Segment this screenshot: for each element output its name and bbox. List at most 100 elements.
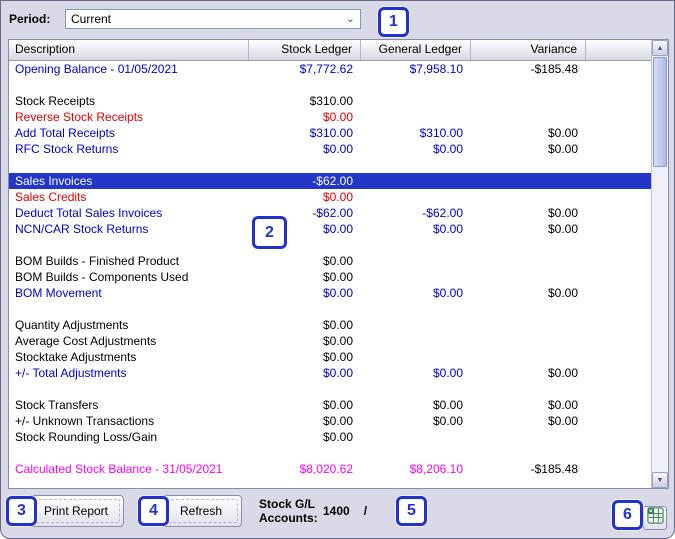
stock-gl-account-number: 1400 [323, 504, 350, 518]
table-row[interactable]: Quantity Adjustments $0.00 [9, 317, 651, 333]
cell-description: Stock Transfers [15, 398, 99, 412]
period-dropdown-value: Current [71, 12, 112, 26]
table-row[interactable]: +/- Total Adjustments $0.00 $0.00 $0.00 [9, 365, 651, 381]
cell-description: Stocktake Adjustments [15, 350, 137, 364]
table-row[interactable]: Opening Balance - 01/05/2021 $7,772.62 $7,… [9, 61, 651, 77]
cell-description: Add Total Receipts [15, 126, 115, 140]
cell-stock-ledger: $0.00 [322, 334, 353, 348]
table-row[interactable]: Stock Receipts $310.00 [9, 93, 651, 109]
cell-description: Reverse Stock Receipts [15, 110, 144, 124]
cell-variance: $0.00 [547, 206, 578, 220]
cell-description: +/- Total Adjustments [15, 366, 127, 380]
cell-description: Opening Balance - 01/05/2021 [15, 62, 178, 76]
table-row[interactable]: NCN/CAR Stock Returns $0.00 $0.00 $0.00 [9, 221, 651, 237]
table-row[interactable]: Sales Invoices -$62.00 [9, 173, 651, 189]
column-header-filler [586, 40, 651, 60]
cell-general-ledger: $0.00 [432, 398, 463, 412]
table-row[interactable]: BOM Builds - Finished Product $0.00 [9, 253, 651, 269]
cell-stock-ledger: $0.00 [322, 398, 353, 412]
top-bar: Period: Current ⌄ [1, 1, 674, 39]
cell-description: Sales Credits [15, 190, 87, 204]
table-row[interactable]: +/- Unknown Transactions $0.00 $0.00 $0.00 [9, 413, 651, 429]
scroll-down-button[interactable]: ▼ [652, 472, 668, 488]
cell-variance: $0.00 [547, 398, 578, 412]
cell-stock-ledger: $0.00 [322, 142, 353, 156]
cell-stock-ledger: $0.00 [322, 190, 353, 204]
cell-variance: $0.00 [547, 222, 578, 236]
cell-general-ledger: -$62.00 [422, 206, 463, 220]
table-row-blank[interactable] [9, 237, 651, 253]
reconciliation-table: Description Stock Ledger General Ledger … [8, 39, 669, 489]
cell-stock-ledger: $310.00 [309, 94, 353, 108]
column-header-description[interactable]: Description [9, 40, 249, 60]
grid: Description Stock Ledger General Ledger … [9, 40, 651, 488]
stock-gl-accounts-label-line1: Stock G/L [259, 497, 316, 511]
table-row-blank[interactable] [9, 445, 651, 461]
table-row[interactable]: Average Cost Adjustments $0.00 [9, 333, 651, 349]
cell-stock-ledger: -$62.00 [312, 174, 353, 188]
scrollbar-thumb[interactable] [653, 57, 667, 167]
cell-general-ledger: $7,958.10 [409, 62, 463, 76]
table-row[interactable]: Stock Rounding Loss/Gain $0.00 [9, 429, 651, 445]
table-row[interactable]: Reverse Stock Receipts $0.00 [9, 109, 651, 125]
chevron-down-icon: ⌄ [345, 13, 355, 25]
table-row-blank[interactable] [9, 301, 651, 317]
cell-description: Deduct Total Sales Invoices [15, 206, 163, 220]
cell-variance: $0.00 [547, 366, 578, 380]
cell-stock-ledger: $0.00 [322, 286, 353, 300]
refresh-button[interactable]: Refresh [160, 495, 242, 527]
grid-body: Opening Balance - 01/05/2021 $7,772.62 $7,… [9, 61, 651, 488]
column-header-stock-ledger[interactable]: Stock Ledger [249, 40, 361, 60]
export-excel-button[interactable] [643, 506, 667, 530]
table-row[interactable]: RFC Stock Returns $0.00 $0.00 $0.00 [9, 141, 651, 157]
table-row[interactable]: Deduct Total Sales Invoices -$62.00 -$62.0… [9, 205, 651, 221]
cell-description: Average Cost Adjustments [15, 334, 157, 348]
table-row[interactable]: BOM Builds - Components Used $0.00 [9, 269, 651, 285]
annotation-callout-6: 6 [612, 500, 643, 530]
cell-description: BOM Builds - Components Used [15, 270, 189, 284]
cell-general-ledger: $0.00 [432, 414, 463, 428]
cell-description: Quantity Adjustments [15, 318, 129, 332]
vertical-scrollbar[interactable]: ▲ ▼ [651, 40, 668, 488]
period-label: Period: [9, 12, 51, 26]
column-header-variance[interactable]: Variance [471, 40, 586, 60]
table-row[interactable]: Calculated Stock Balance - 31/05/2021 $8,… [9, 461, 651, 477]
excel-export-icon [646, 507, 664, 529]
scroll-up-button[interactable]: ▲ [652, 40, 668, 56]
table-row-blank[interactable] [9, 157, 651, 173]
cell-stock-ledger: $0.00 [322, 366, 353, 380]
table-row[interactable]: Stock Transfers $0.00 $0.00 $0.00 [9, 397, 651, 413]
scrollbar-track[interactable] [652, 168, 668, 472]
table-row-blank[interactable] [9, 77, 651, 93]
cell-variance: $0.00 [547, 286, 578, 300]
annotation-callout-2: 2 [252, 216, 287, 249]
stock-reconciliation-window: Period: Current ⌄ Description Stock Ledg… [0, 0, 675, 539]
cell-description: +/- Unknown Transactions [15, 414, 155, 428]
cell-general-ledger: $0.00 [432, 222, 463, 236]
cell-stock-ledger: $310.00 [309, 126, 353, 140]
table-row[interactable]: BOM Movement $0.00 $0.00 $0.00 [9, 285, 651, 301]
table-row[interactable]: Sales Credits $0.00 [9, 189, 651, 205]
grid-header: Description Stock Ledger General Ledger … [9, 40, 651, 61]
stock-gl-accounts-label-line2: Accounts: [259, 511, 318, 525]
cell-description: BOM Movement [15, 286, 102, 300]
table-row[interactable]: Add Total Receipts $310.00 $310.00 $0.00 [9, 125, 651, 141]
cell-general-ledger: $0.00 [432, 366, 463, 380]
cell-general-ledger: $0.00 [432, 286, 463, 300]
cell-description: BOM Builds - Finished Product [15, 254, 180, 268]
cell-stock-ledger: $0.00 [322, 350, 353, 364]
cell-general-ledger: $0.00 [432, 142, 463, 156]
cell-description: RFC Stock Returns [15, 142, 119, 156]
table-row-blank[interactable] [9, 381, 651, 397]
cell-stock-ledger: $0.00 [322, 414, 353, 428]
cell-description: Calculated Stock Balance - 31/05/2021 [15, 462, 223, 476]
stock-gl-accounts-label: Stock G/L Accounts: [259, 497, 318, 525]
period-dropdown[interactable]: Current ⌄ [65, 9, 361, 29]
cell-variance: $0.00 [547, 142, 578, 156]
column-header-general-ledger[interactable]: General Ledger [361, 40, 471, 60]
cell-general-ledger: $310.00 [419, 126, 463, 140]
print-report-button[interactable]: Print Report [28, 495, 124, 527]
cell-stock-ledger: $0.00 [322, 318, 353, 332]
table-row[interactable]: Stocktake Adjustments $0.00 [9, 349, 651, 365]
annotation-callout-1: 1 [378, 7, 409, 37]
